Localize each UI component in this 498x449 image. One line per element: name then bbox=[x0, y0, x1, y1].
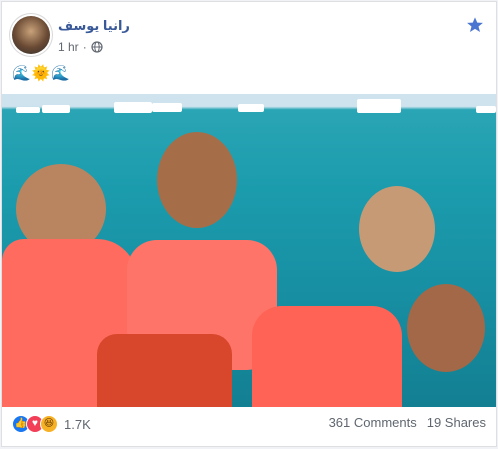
post-text: 🌊🌞🌊 bbox=[12, 65, 72, 82]
post-footer: 👍 ♥ 😆 1.7K 361 Comments 19 Shares bbox=[12, 415, 486, 437]
separator-dot: · bbox=[82, 40, 87, 54]
boat bbox=[152, 103, 182, 112]
towel bbox=[252, 306, 402, 407]
post-photo[interactable] bbox=[2, 94, 496, 407]
boat bbox=[357, 99, 401, 113]
reactions-summary[interactable]: 👍 ♥ 😆 1.7K bbox=[12, 415, 91, 433]
haha-icon: 😆 bbox=[40, 415, 58, 433]
person-figure bbox=[359, 186, 435, 272]
person-figure bbox=[407, 284, 485, 372]
post-meta: 1 hr · bbox=[58, 40, 103, 54]
avatar[interactable] bbox=[12, 16, 50, 54]
post-timestamp[interactable]: 1 hr bbox=[58, 40, 79, 54]
post-header: رانيا يوسف 1 hr · bbox=[12, 16, 486, 60]
comments-count[interactable]: 361 Comments bbox=[329, 415, 417, 430]
reactions-count[interactable]: 1.7K bbox=[64, 417, 91, 432]
boat bbox=[114, 102, 152, 113]
boat bbox=[476, 106, 496, 113]
author-name[interactable]: رانيا يوسف bbox=[58, 18, 130, 34]
star-icon[interactable] bbox=[466, 16, 484, 34]
globe-icon bbox=[91, 41, 103, 53]
boat bbox=[16, 107, 40, 113]
person-figure bbox=[157, 132, 237, 228]
shares-count[interactable]: 19 Shares bbox=[427, 415, 486, 430]
feed-post: رانيا يوسف 1 hr · 🌊🌞🌊 👍 ♥ 😆 1.7K 361 Com… bbox=[1, 1, 497, 447]
boat bbox=[42, 105, 70, 113]
towel bbox=[97, 334, 232, 407]
boat bbox=[238, 104, 264, 112]
engagement-stats: 361 Comments 19 Shares bbox=[329, 415, 486, 430]
